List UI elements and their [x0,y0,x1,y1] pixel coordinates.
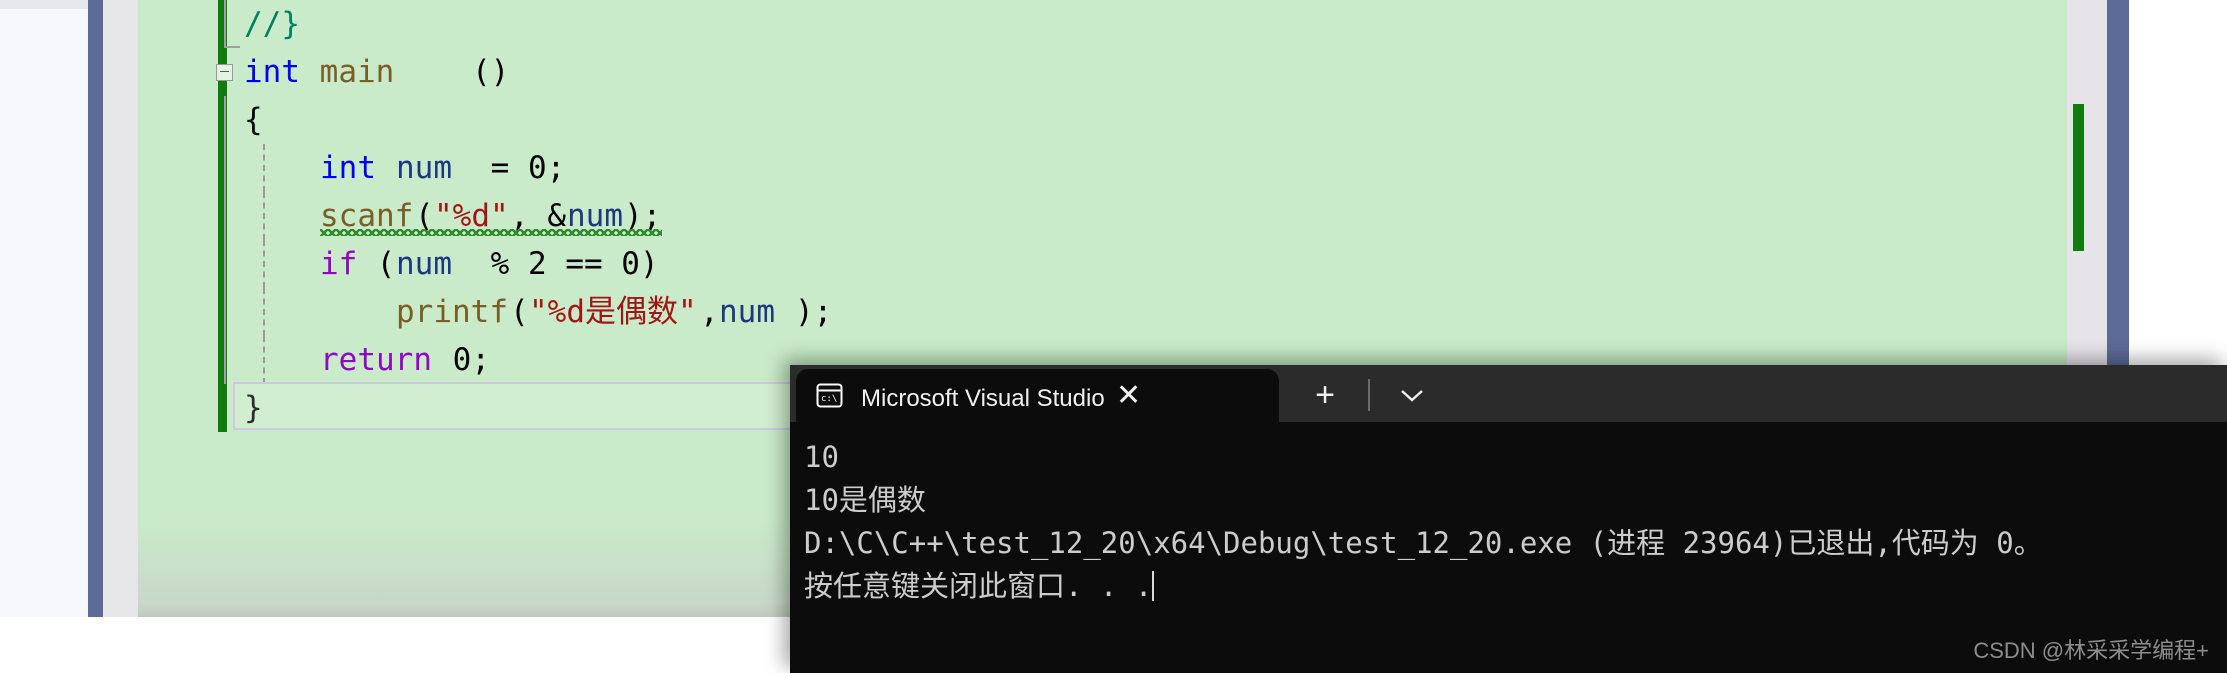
code-token-variable-num: num [396,150,452,186]
left-side-panel [0,0,88,617]
code-token-keyword-if: if [320,246,358,282]
code-token-comment: //} [244,6,300,42]
code-line-237[interactable]: 237 int main () [138,48,2067,96]
console-output-line-with-caret: 按任意键关闭此窗口. . . [804,565,2227,608]
code-line-241[interactable]: 241 if ( num % 2 == 0) [138,240,2067,288]
text-caret [1152,571,1155,601]
left-panel-top-strip [0,0,88,9]
code-token-keyword-int: int [320,150,376,186]
console-tab-active[interactable]: c:\ Microsoft Visual Studio 调试控 ✕ [796,369,1279,422]
fold-collapse-icon[interactable] [216,64,233,81]
code-token-cond-open: ( [358,246,396,282]
fold-guide-line [224,240,226,288]
code-token-open-brace: { [244,102,263,138]
code-token-parens: () [472,54,510,90]
indent-guide [263,144,265,192]
console-tab-strip: c:\ Microsoft Visual Studio 调试控 ✕ + [790,365,2227,422]
code-line-238[interactable]: 238 { [138,96,2067,144]
fold-guide-line [224,0,240,48]
console-tab-title: Microsoft Visual Studio 调试控 [861,385,1106,412]
code-token-close-paren: ); [795,294,833,330]
watermark-text: CSDN @林采采学编程+ [1973,638,2209,663]
code-line-239[interactable]: 239 int num = 0; [138,144,2067,192]
indent-guide [263,336,265,384]
code-token-condition-rest: % 2 == 0) [472,246,659,282]
code-token-keyword-return: return [320,342,432,378]
terminal-icon: c:\ [816,383,843,408]
new-tab-button[interactable]: + [1300,371,1350,419]
code-token-variable-num: num [396,246,452,282]
fold-guide-line [224,192,226,240]
toolbar-divider [1368,379,1370,411]
scrollbar-change-marker [2073,104,2084,251]
svg-text:c:\: c:\ [821,394,837,404]
close-icon[interactable]: ✕ [1116,380,1141,411]
console-prompt-text: 按任意键关闭此窗口. . . [804,569,1153,603]
chevron-down-icon[interactable] [1388,371,1436,419]
screenshot-root: 236 //} 237 int main () 238 { [0,0,2227,673]
code-line-236[interactable]: 236 //} [138,0,2067,48]
indent-guide [263,240,265,288]
code-token-string-literal: "%d是偶数" [529,294,697,330]
left-splitter-bar[interactable] [88,0,103,617]
debug-console-window: c:\ Microsoft Visual Studio 调试控 ✕ + 10 1… [790,365,2227,673]
indent-guide [263,288,265,336]
warning-squiggle-underline [320,229,662,236]
code-line-242[interactable]: 242 printf ( "%d是偶数" , num ); [138,288,2067,336]
code-line-240[interactable]: 240 scanf ( "%d" , & num ); [138,192,2067,240]
code-token-variable-num: num [719,294,775,330]
console-output-line: 10 [804,440,839,474]
fold-guide-line [224,288,226,336]
code-token-keyword-int: int [244,54,300,90]
console-output-line: 10是偶数 [804,483,926,517]
console-output-line: D:\C\C++\test_12_20\x64\Debug\test_12_20… [804,526,2043,560]
code-token-function-main: main [301,54,395,90]
code-token-close-brace: } [244,390,263,426]
code-token-function-printf: printf [396,294,508,330]
code-token-assignment: = 0; [472,150,566,186]
code-token-comma: , [700,294,719,330]
fold-guide-line [224,96,226,144]
fold-guide-line [224,336,226,384]
change-indicator-bar [218,384,227,432]
editor-gutter-margin [103,0,138,617]
fold-guide-line [224,144,226,192]
indent-guide [263,192,265,240]
code-token-return-value: 0; [434,342,490,378]
code-token-paren-open: ( [510,294,529,330]
